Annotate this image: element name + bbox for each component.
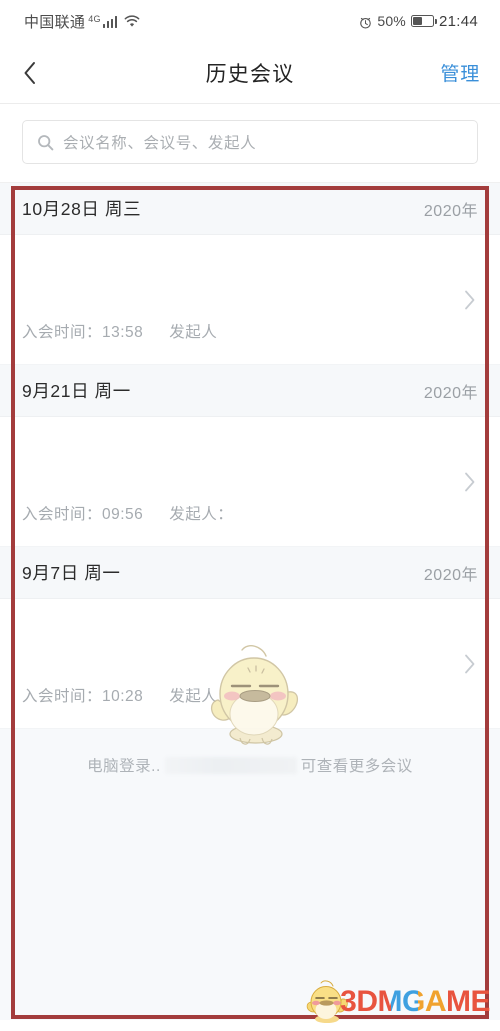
join-time-label: 入会时间：09:56 xyxy=(22,506,144,523)
date-group-header: 9月7日 周一 2020年 xyxy=(0,547,500,599)
page-title: 历史会议 xyxy=(205,62,295,86)
redacted-text-block xyxy=(164,756,297,774)
network-type-label: 4G xyxy=(88,13,101,24)
wifi-icon xyxy=(124,14,140,28)
status-bar-right: 50% 21:44 xyxy=(359,13,478,30)
footer-note: 电脑登录.. 可查看更多会议 xyxy=(0,729,500,801)
chevron-right-icon[interactable] xyxy=(464,289,476,310)
host-label: 发起人 xyxy=(169,688,218,705)
back-button[interactable] xyxy=(0,42,60,103)
search-input[interactable]: 会议名称、会议号、发起人 xyxy=(22,120,478,164)
status-bar: 中国联通 4G 50% 21:44 xyxy=(0,0,500,42)
footer-text-before: 电脑登录.. xyxy=(87,758,161,775)
carrier-label: 中国联通 xyxy=(24,13,86,31)
year-label: 2020年 xyxy=(423,566,478,584)
footer-text-after: 可查看更多会议 xyxy=(300,758,413,775)
chevron-right-icon[interactable] xyxy=(464,471,476,492)
nav-bar: 历史会议 管理 xyxy=(0,42,500,104)
clock-label: 21:44 xyxy=(438,12,478,30)
manage-button[interactable]: 管理 xyxy=(440,59,480,86)
year-label: 2020年 xyxy=(423,384,478,402)
date-group-header: 9月21日 周一 2020年 xyxy=(0,365,500,417)
date-group-header: 10月28日 周三 2020年 xyxy=(0,183,500,235)
meeting-meta: 入会时间：10:28 发起人 xyxy=(22,684,217,706)
date-label: 9月21日 周一 xyxy=(22,381,131,401)
host-label: 发起人 xyxy=(169,324,218,341)
join-time-label: 入会时间：13:58 xyxy=(22,324,144,341)
chevron-right-icon[interactable] xyxy=(464,653,476,674)
meeting-meta: 入会时间：13:58 发起人 xyxy=(22,320,217,342)
status-bar-left: 中国联通 4G xyxy=(24,11,140,32)
battery-percent-label: 50% xyxy=(377,13,406,29)
alarm-clock-icon xyxy=(359,16,372,29)
footer-note-text: 电脑登录.. 可查看更多会议 xyxy=(87,754,413,776)
meeting-meta: 入会时间：09:56 发起人： xyxy=(22,502,233,524)
meeting-row[interactable]: 入会时间：13:58 发起人 xyxy=(0,235,500,365)
meeting-row[interactable]: 入会时间：10:28 发起人 xyxy=(0,599,500,729)
meeting-history-list[interactable]: 10月28日 周三 2020年 入会时间：13:58 发起人 9月21日 周一 2020年… xyxy=(0,182,500,1020)
host-label: 发起人： xyxy=(169,506,234,523)
join-time-label: 入会时间：10:28 xyxy=(22,688,144,705)
search-section: 会议名称、会议号、发起人 xyxy=(0,104,500,182)
date-label: 10月28日 周三 xyxy=(22,199,142,219)
search-icon xyxy=(37,134,54,151)
meeting-row[interactable]: 入会时间：09:56 发起人： xyxy=(0,417,500,547)
chevron-left-icon xyxy=(23,61,37,85)
date-label: 9月7日 周一 xyxy=(22,563,121,583)
phone-screen: 中国联通 4G 50% 21:44 历史会议 管理 会议名称、会议号、发起人 1… xyxy=(0,0,500,1031)
search-placeholder-label: 会议名称、会议号、发起人 xyxy=(63,135,257,152)
year-label: 2020年 xyxy=(423,202,478,220)
signal-bars-icon xyxy=(102,15,118,28)
battery-icon xyxy=(410,15,437,27)
